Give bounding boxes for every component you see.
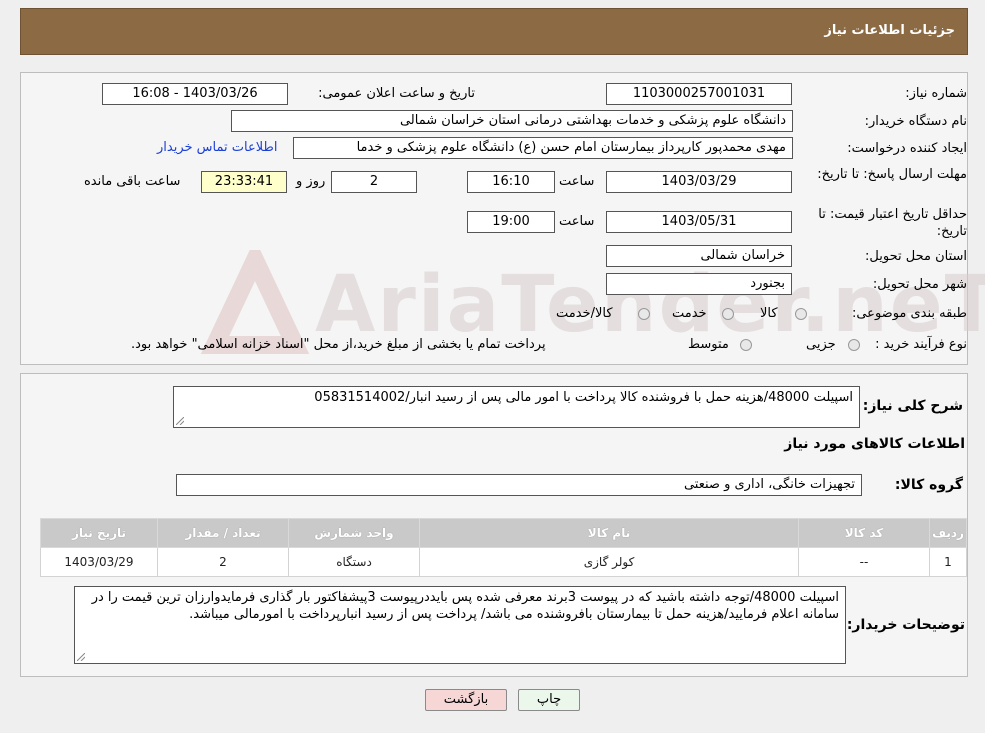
category-label: طبقه بندی موضوعی: [851,306,967,321]
city-field: بجنورد [606,273,792,295]
creator-label: ایجاد کننده درخواست: [847,141,967,156]
process-label: نوع فرآیند خرید : [875,337,967,352]
process-option-minor: جزیی [806,337,836,352]
page-title: جزئیات اطلاعات نیاز [824,23,955,38]
category-option-goods: کالا [760,306,778,321]
resize-grip-icon[interactable] [77,653,85,661]
col-qty: تعداد / مقدار [157,518,289,548]
deadline-time-label: ساعت [559,174,595,189]
goods-group-field: تجهیزات خانگی، اداری و صنعتی [176,474,862,496]
goods-section-title: اطلاعات کالاهای مورد نیاز [784,436,965,452]
deadline-time-field: 16:10 [467,171,555,193]
days-label: روز و [296,174,326,189]
remaining-label: ساعت باقی مانده [84,174,181,189]
col-row: ردیف [929,518,967,548]
summary-label: شرح کلی نیاز: [862,398,963,414]
cell-qty: 2 [157,547,289,577]
print-button[interactable]: چاپ [518,689,580,711]
col-code: کد کالا [798,518,930,548]
province-field: خراسان شمالی [606,245,792,267]
process-radio-minor[interactable] [848,339,860,351]
goods-table-header: ردیف کد کالا نام کالا واحد شمارش تعداد /… [40,518,967,548]
resize-grip-icon[interactable] [176,417,184,425]
buyer-contact-link[interactable]: اطلاعات تماس خریدار [157,140,277,155]
need-number-label: شماره نیاز: [905,86,967,101]
back-button[interactable]: بازگشت [425,689,507,711]
col-date: تاریخ نیاز [40,518,158,548]
summary-textarea[interactable]: اسپیلت 48000/هزینه حمل با فروشنده کالا پ… [173,386,860,428]
process-note: پرداخت تمام یا بخشی از مبلغ خرید،از محل … [131,337,546,352]
deadline-date-field: 1403/03/29 [606,171,792,193]
city-label: شهر محل تحویل: [872,277,967,292]
table-row: 1 -- کولر گازی دستگاه 2 1403/03/29 [40,547,967,577]
cell-unit: دستگاه [288,547,420,577]
province-label: استان محل تحویل: [865,249,967,264]
buyer-notes-text: اسپیلت 48000/توجه داشته باشید که در پیوس… [91,590,839,622]
page-header: جزئیات اطلاعات نیاز [20,8,968,55]
cell-name: کولر گازی [419,547,799,577]
remaining-time-field: 23:33:41 [201,171,287,193]
need-number-field: 1103000257001031 [606,83,792,105]
category-radio-service[interactable] [722,308,734,320]
buyer-notes-textarea[interactable]: اسپیلت 48000/توجه داشته باشید که در پیوس… [74,586,846,664]
validity-label: حداقل تاریخ اعتبار قیمت: تا تاریخ: [818,207,967,239]
validity-time-field: 19:00 [467,211,555,233]
category-radio-goods-service[interactable] [638,308,650,320]
category-option-service: خدمت [672,306,707,321]
summary-text: اسپیلت 48000/هزینه حمل با فروشنده کالا پ… [314,390,853,405]
deadline-label: مهلت ارسال پاسخ: تا تاریخ: [817,167,967,182]
process-radio-medium[interactable] [740,339,752,351]
col-name: نام کالا [419,518,799,548]
days-field: 2 [331,171,417,193]
category-option-goods-service: کالا/خدمت [556,306,613,321]
announce-label: تاریخ و ساعت اعلان عمومی: [318,86,475,101]
buyer-org-field: دانشگاه علوم پزشکی و خدمات بهداشتی درمان… [231,110,793,132]
cell-row: 1 [929,547,967,577]
goods-group-label: گروه کالا: [894,477,963,493]
creator-field: مهدی محمدپور کارپرداز بیمارستان امام حسن… [293,137,793,159]
col-unit: واحد شمارش [288,518,420,548]
category-radio-goods[interactable] [795,308,807,320]
announce-field: 1403/03/26 - 16:08 [102,83,288,105]
goods-table: ردیف کد کالا نام کالا واحد شمارش تعداد /… [40,518,967,577]
validity-time-label: ساعت [559,214,595,229]
buyer-notes-label: توضیحات خریدار: [846,617,965,633]
buyer-org-label: نام دستگاه خریدار: [864,114,967,129]
process-option-medium: متوسط [688,337,729,352]
cell-code: -- [798,547,930,577]
validity-date-field: 1403/05/31 [606,211,792,233]
cell-date: 1403/03/29 [40,547,158,577]
